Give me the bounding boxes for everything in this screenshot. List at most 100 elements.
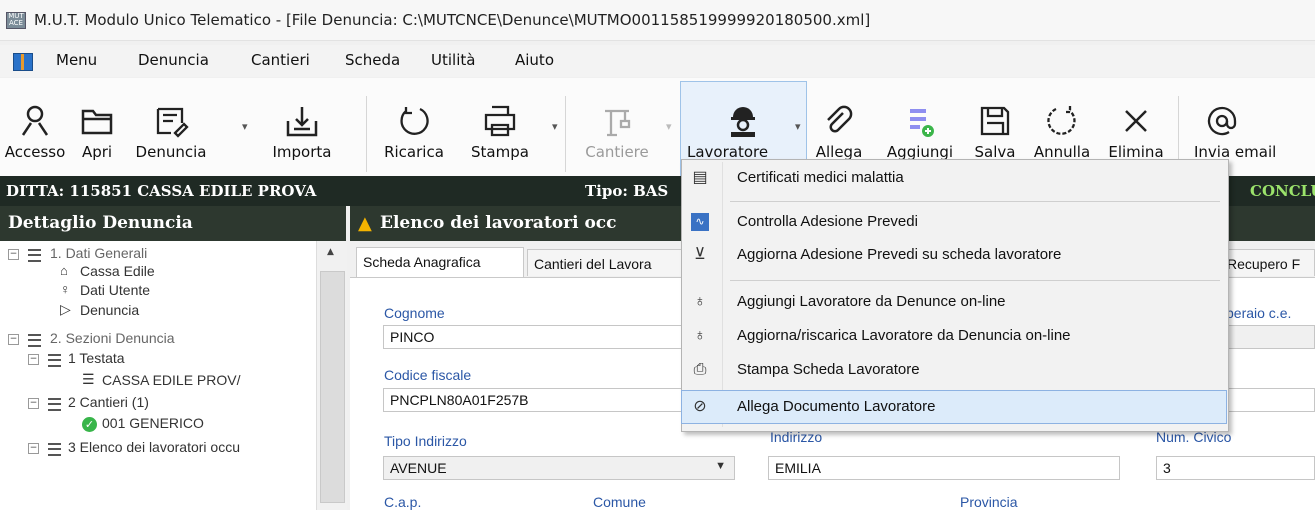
menu-item-controlla-prevedi[interactable]: ∿ Controlla Adesione Prevedi (682, 206, 1226, 238)
comune-label: Comune (593, 494, 646, 510)
tab-scheda-anagrafica[interactable]: Scheda Anagrafica (356, 247, 524, 277)
person-icon (21, 105, 49, 136)
menu-item-cantieri[interactable]: Cantieri (251, 51, 310, 69)
toolbar-separator (565, 96, 566, 172)
collapse-toggle[interactable]: − (28, 354, 39, 365)
extra-field[interactable] (1226, 388, 1315, 412)
worker-helmet-icon (730, 107, 755, 137)
menu-item-aggiungi-lavoratore[interactable]: ♁ Aggiungi Lavoratore da Denunce on-line (682, 286, 1226, 318)
tipo-indirizzo-label: Tipo Indirizzo (384, 433, 467, 449)
menu-separator (730, 280, 1220, 281)
denuncia-button[interactable]: Denuncia (124, 81, 218, 181)
check-icon: ✓ (82, 417, 97, 432)
menu-item-certificati[interactable]: ▤ Certificati medici malattia (682, 162, 1226, 194)
right-panel-title: Elenco dei lavoratori occ (380, 213, 617, 233)
update-icon: ⊻ (694, 246, 706, 263)
scroll-up-icon[interactable]: ▲ (327, 247, 334, 257)
list-icon (28, 249, 41, 262)
cognome-field[interactable]: PINCO (383, 325, 683, 349)
tipo-indirizzo-select[interactable]: AVENUE ▼ (383, 456, 735, 480)
list-icon (48, 443, 61, 456)
tree-node-generico[interactable]: 001 GENERICO (102, 415, 204, 431)
tree-node-dati-utente[interactable]: Dati Utente (80, 282, 150, 298)
menu-item-scheda[interactable]: Scheda (345, 51, 400, 69)
menu-item-allega-documento[interactable]: ⊘ Allega Documento Lavoratore (681, 390, 1227, 424)
menu-item-aiuto[interactable]: Aiuto (515, 51, 554, 69)
tree-node-elenco[interactable]: 3 Elenco dei lavoratori occu (68, 439, 240, 455)
cap-label: C.a.p. (384, 494, 422, 510)
denuncia-dropdown-arrow[interactable]: ▾ (242, 120, 248, 133)
left-panel-title: Dettaglio Denuncia (8, 213, 193, 233)
undo-icon (1047, 106, 1076, 135)
menu-item-utilita[interactable]: Utilità (431, 51, 475, 69)
save-icon (980, 106, 1010, 136)
denuncia-type: Tipo: BAS (585, 182, 669, 200)
menu-item-stampa-scheda[interactable]: ⎙ Stampa Scheda Lavoratore (682, 354, 1226, 386)
app-icon: MUT ACE (6, 12, 26, 29)
tree-node-denuncia[interactable]: Denuncia (80, 302, 139, 318)
menu-app-icon[interactable] (13, 53, 33, 71)
menu-item-aggiorna-lavoratore[interactable]: ♁ Aggiorna/riscarica Lavoratore da Denun… (682, 320, 1226, 352)
operaio-label: peraio c.e. (1226, 305, 1292, 321)
collapse-toggle[interactable]: − (28, 398, 39, 409)
lavoratore-dropdown-arrow[interactable]: ▾ (795, 120, 801, 133)
company-name: DITTA: 115851 CASSA EDILE PROVA (6, 182, 317, 200)
window-title: M.U.T. Modulo Unico Telematico - [File D… (34, 11, 871, 29)
add-person-icon: ♁ (694, 293, 706, 310)
chevron-down-icon: ▼ (715, 460, 726, 472)
document-edit-icon: ☰ (82, 371, 95, 387)
scrollbar-thumb[interactable] (320, 271, 345, 503)
close-icon (1125, 110, 1147, 132)
menu-item-denuncia[interactable]: Denuncia (138, 51, 209, 69)
title-bar: MUT ACE M.U.T. Modulo Unico Telematico - … (0, 0, 1315, 41)
at-sign-icon (1207, 106, 1237, 136)
operaio-field[interactable] (1226, 325, 1315, 349)
list-icon (48, 398, 61, 411)
codice-fiscale-field[interactable]: PNCPLN80A01F257B (383, 388, 683, 412)
import-icon (286, 107, 318, 137)
toolbar-separator (366, 96, 367, 172)
collapse-toggle[interactable]: − (8, 334, 19, 345)
tree-node-dati-generali[interactable]: 1. Dati Generali (50, 245, 147, 261)
left-panel-header: Dettaglio Denuncia (0, 206, 346, 241)
paperclip-icon (827, 105, 853, 133)
tab-cantieri-lavoratore[interactable]: Cantieri del Lavora (527, 249, 687, 276)
ricarica-button[interactable]: Ricarica (372, 81, 456, 181)
warning-icon: ▲ (358, 213, 372, 234)
paperclip-icon: ⊘ (693, 398, 707, 415)
tree-node-testata[interactable]: 1 Testata (68, 350, 125, 366)
refresh-person-icon: ♁ (694, 327, 706, 344)
add-list-icon (910, 109, 934, 137)
menu-separator (730, 201, 1220, 202)
menu-item-menu[interactable]: Menu (56, 51, 97, 69)
collapse-toggle[interactable]: − (28, 443, 39, 454)
document-edit-icon (156, 107, 189, 138)
denuncia-tree: − 1. Dati Generali ⌂ Cassa Edile ♀ Dati … (0, 241, 346, 510)
tab-recupero[interactable]: Recupero F (1220, 249, 1315, 276)
cantiere-dropdown-arrow[interactable]: ▾ (666, 120, 672, 133)
codice-fiscale-label: Codice fiscale (384, 367, 472, 383)
document-icon: ▷ (60, 301, 71, 317)
tree-node-cassa-edile[interactable]: Cassa Edile (80, 263, 155, 279)
tree-node-cantieri[interactable]: 2 Cantieri (1) (68, 394, 149, 410)
accesso-button[interactable]: Accesso (2, 81, 68, 181)
indirizzo-field[interactable]: EMILIA (768, 456, 1120, 480)
folder-icon (81, 109, 113, 135)
collapse-toggle[interactable]: − (8, 249, 19, 260)
stampa-dropdown-arrow[interactable]: ▾ (552, 120, 558, 133)
apri-button[interactable]: Apri (73, 81, 121, 181)
medical-certificate-icon: ▤ (692, 169, 708, 186)
tree-node-testata-child[interactable]: CASSA EDILE PROV/ (102, 372, 241, 388)
stampa-button[interactable]: Stampa (460, 81, 540, 181)
num-civico-field[interactable]: 3 (1156, 456, 1315, 480)
list-icon (28, 334, 41, 347)
importa-button[interactable]: Importa (258, 81, 346, 181)
reload-icon (400, 107, 429, 135)
tipo-indirizzo-value: AVENUE (390, 460, 447, 476)
user-icon: ♀ (60, 281, 71, 297)
printer-icon: ⎙ (693, 361, 707, 378)
tree-node-sezioni[interactable]: 2. Sezioni Denuncia (50, 330, 175, 346)
tree-scrollbar[interactable]: ▲ (316, 241, 347, 510)
menu-item-aggiorna-prevedi[interactable]: ⊻ Aggiorna Adesione Prevedi su scheda la… (682, 239, 1226, 271)
cantiere-button[interactable]: Cantiere (572, 81, 662, 181)
